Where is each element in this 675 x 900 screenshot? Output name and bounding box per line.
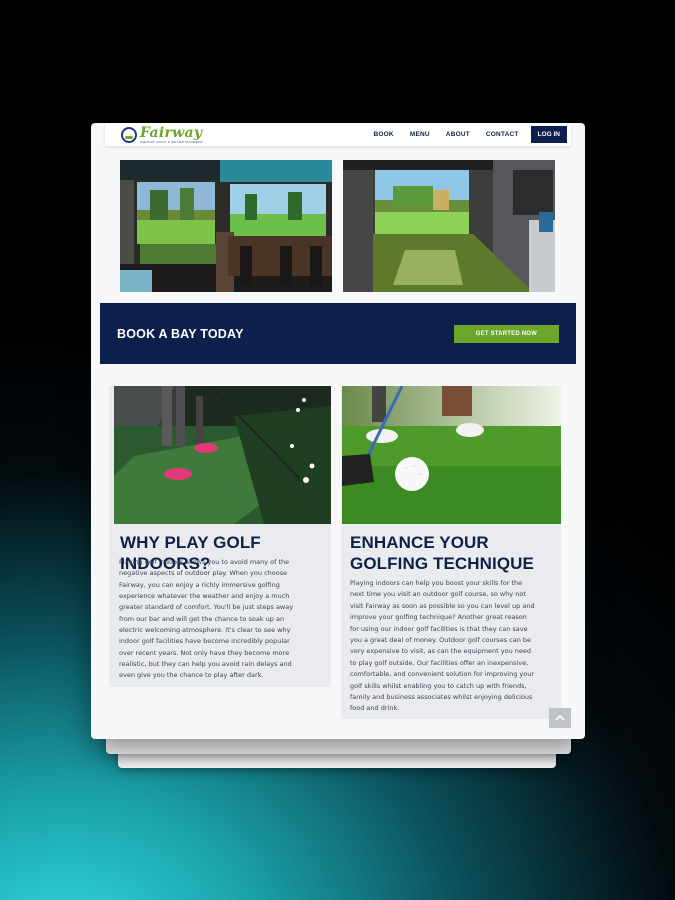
chevron-up-icon [555,714,565,721]
nav-links: BOOK MENU ABOUT CONTACT LOG IN [374,126,567,143]
nav-link-book[interactable]: BOOK [374,131,394,138]
nav-link-menu[interactable]: MENU [410,131,430,138]
nav-link-contact[interactable]: CONTACT [486,131,519,138]
login-button[interactable]: LOG IN [530,126,567,143]
get-started-button[interactable]: GET STARTED NOW [453,324,559,343]
simulator-bay-photo [343,160,555,292]
golf-ball-logo-icon [121,126,137,143]
nav-link-about[interactable]: ABOUT [446,131,470,138]
card-title-enhance-technique: ENHANCE YOUR GOLFING TECHNIQUE [350,533,534,573]
site-logo[interactable]: Fairway INDOOR GOLF & ENTERTAINMENT [121,126,203,144]
golfer-on-mat-photo [114,386,331,524]
top-navbar: Fairway INDOOR GOLF & ENTERTAINMENT BOOK… [105,123,571,146]
banner-title: BOOK A BAY TODAY [117,326,244,341]
card-text-enhance-technique: Playing indoors can help you boost your … [350,579,535,713]
golf-ball-on-grass-photo [342,386,561,524]
logo-tagline: INDOOR GOLF & ENTERTAINMENT [140,139,204,144]
scroll-to-top-button[interactable] [549,708,571,728]
website-page: Fairway INDOOR GOLF & ENTERTAINMENT BOOK… [91,123,585,739]
logo-wordmark: Fairway [140,124,203,141]
why-play-indoors-card: WHY PLAY GOLF INDOORS? Playing golf indo… [109,386,331,687]
enhance-technique-card: ENHANCE YOUR GOLFING TECHNIQUE Playing i… [341,386,561,719]
card-text-why-indoors: Playing golf indoors allows you to avoid… [119,558,294,680]
book-bay-banner: BOOK A BAY TODAY GET STARTED NOW [100,303,576,364]
simulator-bar-photo [120,160,332,292]
